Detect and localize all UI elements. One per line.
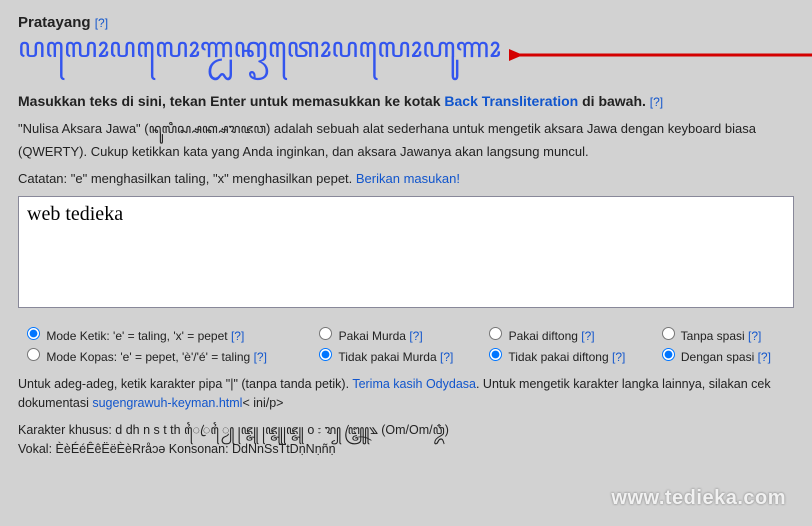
note-line: Catatan: "e" menghasilkan taling, "x" me… bbox=[18, 171, 794, 186]
murda-no-help[interactable]: [?] bbox=[440, 350, 453, 364]
radio-mode-ketik[interactable]: Mode Ketik: 'e' = taling, 'x' = pepet bbox=[22, 329, 228, 343]
radio-spasi-yes[interactable]: Dengan spasi bbox=[657, 350, 755, 364]
desc-a: "Nulisa Aksara Jawa" ( bbox=[18, 121, 149, 136]
footer-block: Untuk adeg-adeg, ketik karakter pipa "|"… bbox=[18, 375, 794, 458]
vokal-line: Vokal: ÈèÉéÊêËëÈèRråɔə Konsonan: DdNnSsT… bbox=[18, 440, 794, 459]
odydasa-link[interactable]: Terima kasih Odydasa bbox=[352, 377, 476, 391]
radio-mode-kopas-input[interactable] bbox=[27, 348, 40, 361]
radio-spasi-no[interactable]: Tanpa spasi bbox=[657, 329, 745, 343]
spasi-no-help[interactable]: [?] bbox=[748, 329, 761, 343]
mode-kopas-help[interactable]: [?] bbox=[254, 350, 267, 364]
radio-spasi-yes-input[interactable] bbox=[662, 348, 675, 361]
radio-diftong-no[interactable]: Tidak pakai diftong bbox=[484, 350, 608, 364]
radio-spasi-no-input[interactable] bbox=[662, 327, 675, 340]
adeg-line: Untuk adeg-adeg, ketik karakter pipa "|"… bbox=[18, 375, 794, 413]
spasi-yes-help[interactable]: [?] bbox=[758, 350, 771, 364]
feedback-link[interactable]: Berikan masukan! bbox=[356, 171, 460, 186]
radio-mode-ketik-label: Mode Ketik: 'e' = taling, 'x' = pepet bbox=[46, 329, 227, 343]
mode-ketik-help[interactable]: [?] bbox=[231, 329, 244, 343]
radio-diftong-no-label: Tidak pakai diftong bbox=[508, 350, 608, 364]
input-heading-pre: Masukkan teks di sini, tekan Enter untuk… bbox=[18, 93, 444, 109]
radio-mode-kopas[interactable]: Mode Kopas: 'e' = pepet, 'è'/'é' = talin… bbox=[22, 350, 250, 364]
options-block: Mode Ketik: 'e' = taling, 'x' = pepet [?… bbox=[18, 323, 794, 365]
note-text: Catatan: "e" menghasilkan taling, "x" me… bbox=[18, 171, 356, 186]
radio-diftong-yes-input[interactable] bbox=[489, 327, 502, 340]
radio-murda-yes-input[interactable] bbox=[319, 327, 332, 340]
input-help-link[interactable]: [?] bbox=[650, 95, 663, 109]
input-heading-post: di bawah. bbox=[578, 93, 646, 109]
radio-diftong-yes-label: Pakai diftong bbox=[509, 329, 578, 343]
adeg-pre: Untuk adeg-adeg, ketik karakter pipa "|"… bbox=[18, 377, 352, 391]
radio-murda-no-input[interactable] bbox=[319, 348, 332, 361]
radio-diftong-yes[interactable]: Pakai diftong bbox=[484, 329, 578, 343]
tool-description: "Nulisa Aksara Jawa" (ꦤꦸꦭꦶꦱ꧀ꦱꦏ꧀ꦱꦫꦗꦮ) ada… bbox=[18, 119, 794, 161]
murda-yes-help[interactable]: [?] bbox=[409, 329, 422, 343]
diftong-no-help[interactable]: [?] bbox=[612, 350, 625, 364]
radio-spasi-yes-label: Dengan spasi bbox=[681, 350, 754, 364]
doc-link[interactable]: sugengrawuh-keyman.html bbox=[92, 396, 242, 410]
desc-jawa: ꦤꦸꦭꦶꦱ꧀ꦱꦏ꧀ꦱꦫꦗꦮ bbox=[149, 118, 266, 145]
javanese-output: ꦥꦭꦺꦴꦥꦭꦺꦴꦟ꧀ꦝꦏꦽꦠꦺꦴꦥꦭꦺꦴꦲꦸꦟꦴ bbox=[18, 37, 501, 73]
radio-spasi-no-label: Tanpa spasi bbox=[681, 329, 745, 343]
radio-murda-no[interactable]: Tidak pakai Murda bbox=[314, 350, 436, 364]
watermark: www.tedieka.com bbox=[611, 487, 786, 510]
radio-mode-ketik-input[interactable] bbox=[27, 327, 40, 340]
diftong-yes-help[interactable]: [?] bbox=[581, 329, 594, 343]
text-input[interactable] bbox=[18, 196, 794, 308]
radio-murda-yes-label: Pakai Murda bbox=[339, 329, 406, 343]
output-row: ꦥꦭꦺꦴꦥꦭꦺꦴꦟ꧀ꦝꦏꦽꦠꦺꦴꦥꦭꦺꦴꦲꦸꦟꦴ Hasil bbox=[18, 37, 794, 73]
radio-mode-kopas-label: Mode Kopas: 'e' = pepet, 'è'/'é' = talin… bbox=[46, 350, 250, 364]
input-heading: Masukkan teks di sini, tekan Enter untuk… bbox=[18, 93, 794, 109]
back-transliteration-link[interactable]: Back Transliteration bbox=[444, 93, 578, 109]
radio-murda-yes[interactable]: Pakai Murda bbox=[314, 329, 406, 343]
adeg-end: < ini/p> bbox=[242, 396, 283, 410]
radio-diftong-no-input[interactable] bbox=[489, 348, 502, 361]
karakter-khusus-line: Karakter khusus: d dh n s t th ꦻꦿ ꦻꦾ ꧊ꦗ꧀… bbox=[18, 421, 794, 440]
radio-murda-no-label: Tidak pakai Murda bbox=[338, 350, 436, 364]
arrow-left-icon bbox=[509, 43, 812, 67]
